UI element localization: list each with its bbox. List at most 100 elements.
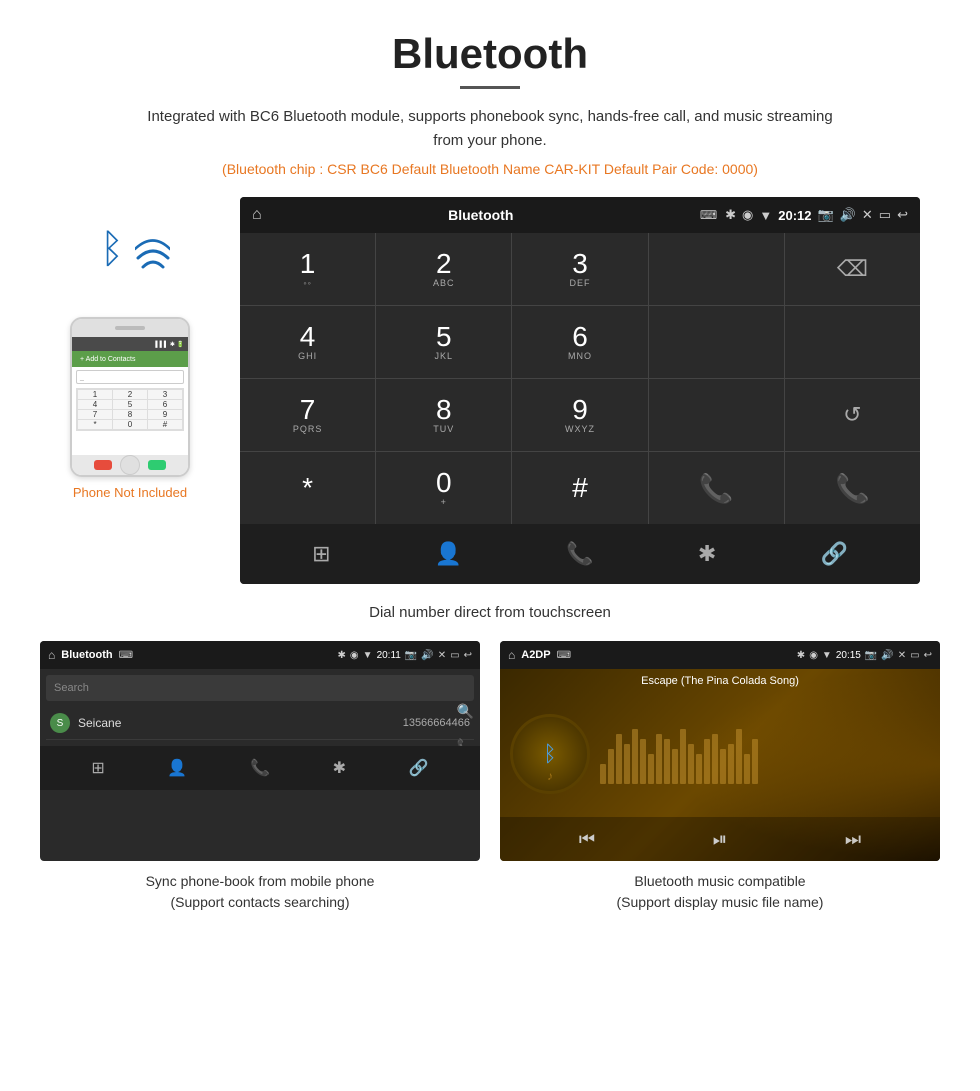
phone-display-field: _ bbox=[80, 374, 84, 381]
car-app-name: Bluetooth bbox=[270, 207, 692, 223]
contacts-sig-icon: ▼ bbox=[363, 650, 373, 661]
dial-key-4[interactable]: 4 GHI bbox=[240, 306, 375, 378]
close-status-icon: ✕ bbox=[862, 207, 873, 223]
dial-key-8[interactable]: 8 TUV bbox=[376, 379, 511, 451]
music-win-icon: ▭ bbox=[910, 650, 919, 661]
car-time: 20:12 bbox=[778, 208, 811, 223]
dial-red-call[interactable]: 📞 bbox=[785, 452, 920, 524]
contacts-screenshot: ⌂ Bluetooth ⌨ ✱ ◉ ▼ 20:11 📷 🔊 ✕ ▭ ↩ bbox=[40, 641, 480, 913]
left-panel: ᛒ ▌▌▌ ✱ 🔋 + Add to Contacts bbox=[40, 197, 220, 500]
dial-empty-1 bbox=[649, 233, 784, 305]
contacts-cam-icon: 📷 bbox=[405, 650, 417, 661]
music-bar-0 bbox=[600, 764, 606, 784]
dial-empty-3 bbox=[785, 306, 920, 378]
link-icon[interactable]: 🔗 bbox=[820, 541, 847, 567]
contacts-dialpad-icon[interactable]: ⊞ bbox=[91, 758, 104, 778]
signal-status-icon: ▼ bbox=[759, 208, 772, 223]
contact-row-seicane[interactable]: S Seicane 13566664466 bbox=[46, 707, 474, 740]
contacts-mini-screen: ⌂ Bluetooth ⌨ ✱ ◉ ▼ 20:11 📷 🔊 ✕ ▭ ↩ bbox=[40, 641, 480, 861]
wifi-waves-icon bbox=[135, 222, 170, 284]
window-status-icon: ▭ bbox=[879, 207, 891, 223]
contacts-right-actions: 🔍 📞 ↺ bbox=[457, 703, 474, 746]
contacts-icon[interactable]: 👤 bbox=[435, 541, 462, 567]
music-bar-1 bbox=[608, 749, 614, 784]
page-title: Bluetooth bbox=[20, 30, 960, 78]
dial-key-3[interactable]: 3 DEF bbox=[512, 233, 647, 305]
music-prev-icon[interactable]: ⏮ bbox=[579, 829, 595, 850]
phone-key-4: 4 bbox=[78, 400, 112, 409]
dialpad-grid: 1 ◦◦ 2 ABC 3 DEF ⌫ 4 GHI 5 JKL bbox=[240, 233, 920, 524]
phone-key-9: 9 bbox=[148, 410, 182, 419]
music-loc-icon: ◉ bbox=[809, 650, 818, 661]
volume-status-icon: 🔊 bbox=[840, 207, 856, 223]
bt-status-icon: ✱ bbox=[725, 207, 736, 223]
contacts-phone-icon[interactable]: 📞 bbox=[250, 758, 270, 778]
dial-key-star[interactable]: * bbox=[240, 452, 375, 524]
contacts-caption: Sync phone-book from mobile phone(Suppor… bbox=[146, 871, 375, 913]
music-status-right: ✱ ◉ ▼ 20:15 📷 🔊 ✕ ▭ ↩ bbox=[797, 650, 932, 661]
contacts-link-icon[interactable]: 🔗 bbox=[409, 758, 429, 778]
camera-status-icon: 📷 bbox=[818, 207, 834, 223]
dial-key-1[interactable]: 1 ◦◦ bbox=[240, 233, 375, 305]
car-home-icon[interactable]: ⌂ bbox=[252, 206, 262, 224]
phone-home-button bbox=[120, 455, 140, 475]
dial-key-0[interactable]: 0 + bbox=[376, 452, 511, 524]
dial-green-call[interactable]: 📞 bbox=[649, 452, 784, 524]
phone-key-hash: # bbox=[148, 420, 182, 429]
phone-app-bar: + Add to Contacts bbox=[72, 351, 188, 367]
dial-key-7[interactable]: 7 PQRS bbox=[240, 379, 375, 451]
car-usb-icon: ⌨ bbox=[700, 208, 717, 222]
bluetooth-icon[interactable]: ✱ bbox=[698, 541, 716, 567]
dialpad-icon[interactable]: ⊞ bbox=[312, 541, 330, 567]
red-phone-icon: 📞 bbox=[835, 472, 870, 505]
car-bottom-bar: ⊞ 👤 📞 ✱ 🔗 bbox=[240, 524, 920, 584]
phone-end-button bbox=[94, 460, 112, 470]
car-status-right: ✱ ◉ ▼ 20:12 📷 🔊 ✕ ▭ ↩ bbox=[725, 207, 908, 223]
dial-key-6[interactable]: 6 MNO bbox=[512, 306, 647, 378]
bottom-screenshots: ⌂ Bluetooth ⌨ ✱ ◉ ▼ 20:11 📷 🔊 ✕ ▭ ↩ bbox=[0, 641, 980, 933]
contact-avatar-s: S bbox=[50, 713, 70, 733]
dial-key-2[interactable]: 2 ABC bbox=[376, 233, 511, 305]
music-sig-icon: ▼ bbox=[822, 650, 832, 661]
dial-backspace[interactable]: ⌫ bbox=[785, 233, 920, 305]
bluetooth-symbol-icon: ᛒ bbox=[100, 227, 124, 272]
contacts-loc-icon: ◉ bbox=[350, 650, 359, 661]
music-bar-5 bbox=[640, 739, 646, 784]
phone-key-0: 0 bbox=[113, 420, 147, 429]
dial-key-hash[interactable]: # bbox=[512, 452, 647, 524]
music-bluetooth-icon: ᛒ bbox=[543, 741, 556, 767]
phone-key-star: * bbox=[78, 420, 112, 429]
page-header: Bluetooth Integrated with BC6 Bluetooth … bbox=[0, 0, 980, 187]
dial-key-9[interactable]: 9 WXYZ bbox=[512, 379, 647, 451]
back-status-icon[interactable]: ↩ bbox=[897, 207, 908, 223]
contacts-app-name: Bluetooth bbox=[61, 649, 112, 661]
music-bar-7 bbox=[656, 734, 662, 784]
call-right-icon[interactable]: 📞 bbox=[457, 738, 474, 746]
contacts-home-icon[interactable]: ⌂ bbox=[48, 648, 55, 662]
contacts-status-right: ✱ ◉ ▼ 20:11 📷 🔊 ✕ ▭ ↩ bbox=[338, 650, 472, 661]
phone-not-included-label: Phone Not Included bbox=[73, 485, 187, 500]
phone-bottom bbox=[72, 455, 188, 475]
music-home-icon[interactable]: ⌂ bbox=[508, 648, 515, 662]
car-status-bar: ⌂ Bluetooth ⌨ ✱ ◉ ▼ 20:12 📷 🔊 ✕ ▭ ↩ bbox=[240, 197, 920, 233]
contacts-back-icon[interactable]: ↩ bbox=[464, 650, 472, 661]
contacts-user-icon[interactable]: 👤 bbox=[167, 758, 187, 778]
search-bar[interactable]: Search bbox=[46, 675, 474, 701]
music-screenshot: ⌂ A2DP ⌨ ✱ ◉ ▼ 20:15 📷 🔊 ✕ ▭ ↩ Esca bbox=[500, 641, 940, 913]
car-screen-dialpad: ⌂ Bluetooth ⌨ ✱ ◉ ▼ 20:12 📷 🔊 ✕ ▭ ↩ 1 ◦◦ bbox=[240, 197, 920, 584]
phone-image: ▌▌▌ ✱ 🔋 + Add to Contacts _ 1 2 3 4 5 bbox=[70, 317, 190, 477]
contacts-bluetooth-icon[interactable]: ✱ bbox=[333, 758, 346, 778]
phone-key-2: 2 bbox=[113, 390, 147, 399]
phone-key-3: 3 bbox=[148, 390, 182, 399]
dial-redial[interactable]: ↺ bbox=[785, 379, 920, 451]
contacts-time: 20:11 bbox=[377, 650, 401, 661]
contacts-bt-icon: ✱ bbox=[338, 650, 346, 661]
dial-key-5[interactable]: 5 JKL bbox=[376, 306, 511, 378]
music-back-icon[interactable]: ↩ bbox=[924, 650, 932, 661]
title-underline bbox=[460, 86, 520, 89]
phone-speaker bbox=[115, 326, 145, 330]
music-vol-icon: 🔊 bbox=[881, 650, 893, 661]
phone-icon[interactable]: 📞 bbox=[566, 541, 593, 567]
contacts-status-bar: ⌂ Bluetooth ⌨ ✱ ◉ ▼ 20:11 📷 🔊 ✕ ▭ ↩ bbox=[40, 641, 480, 669]
search-right-icon[interactable]: 🔍 bbox=[457, 703, 474, 720]
